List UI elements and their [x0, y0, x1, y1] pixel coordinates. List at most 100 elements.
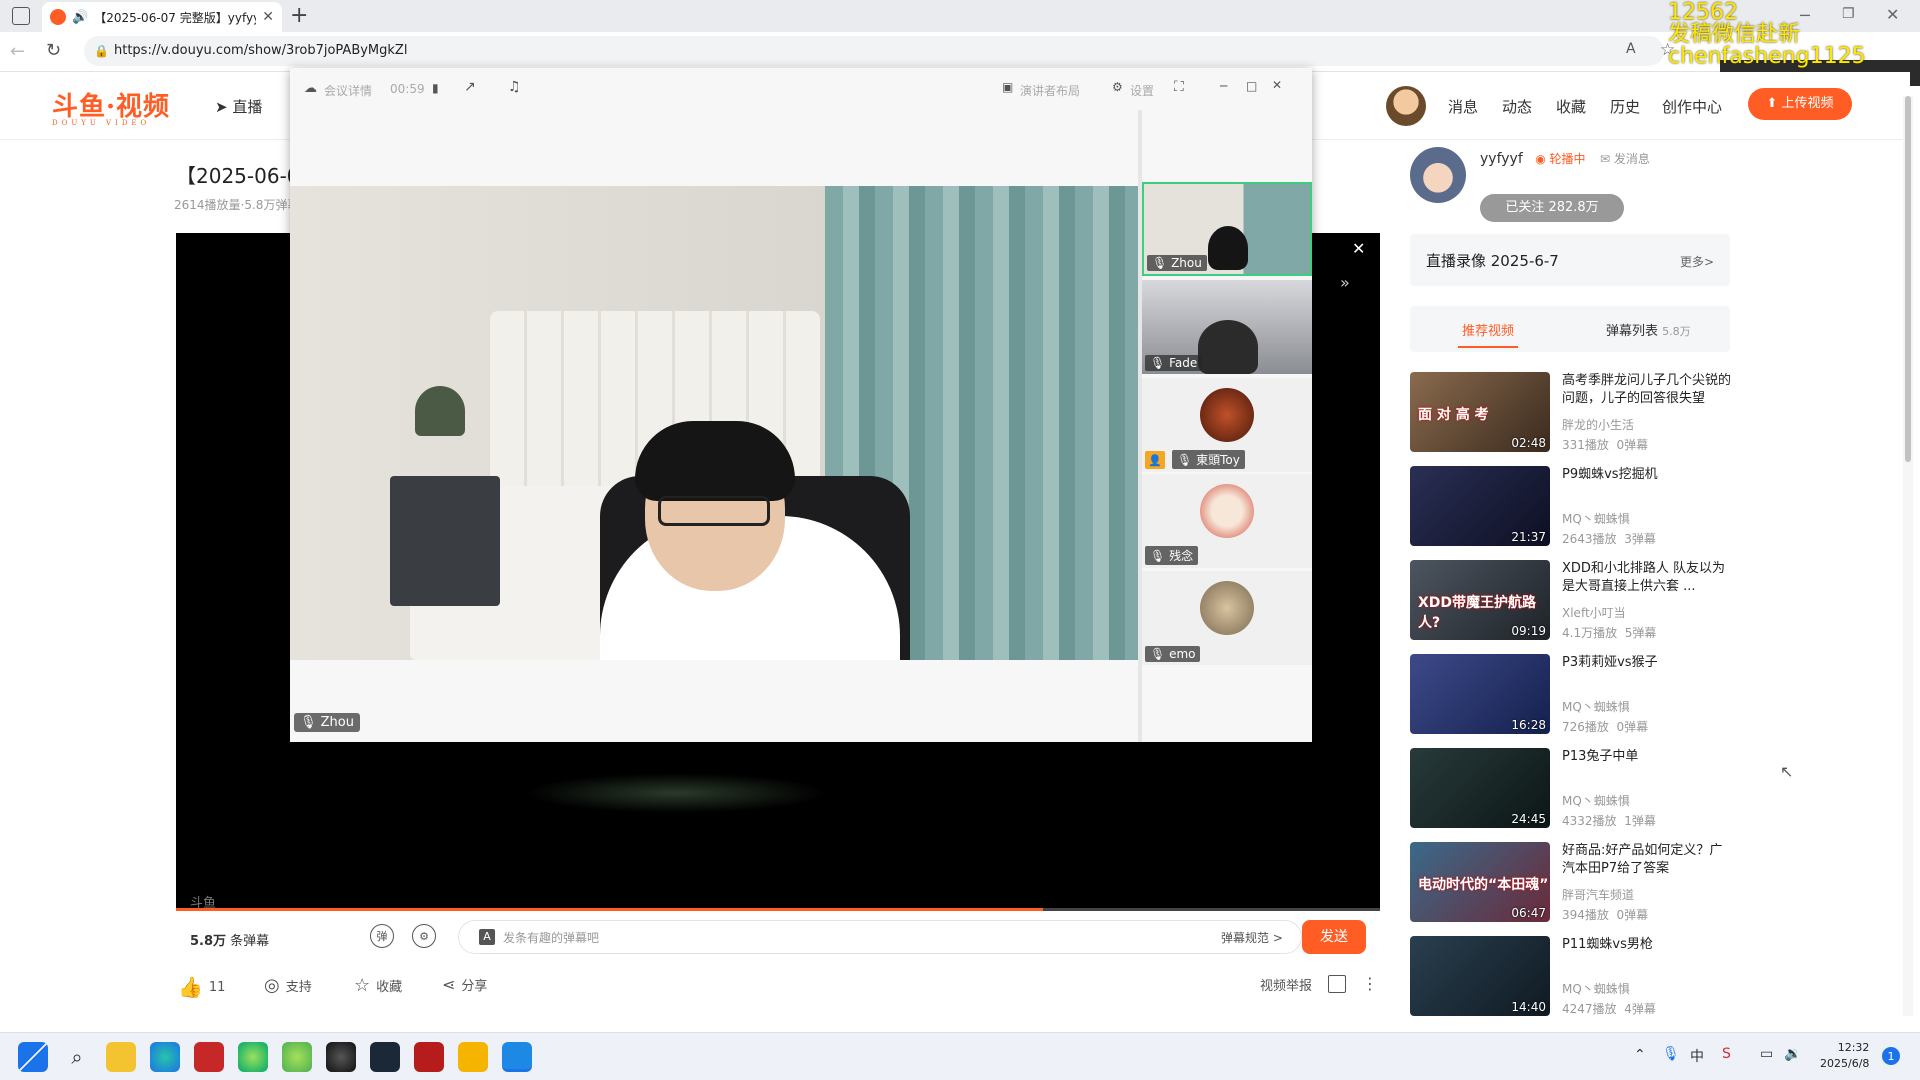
meeting-minimize-icon[interactable]: ─ — [1220, 79, 1227, 93]
video-title[interactable]: XDD和小北排路人 队友以为是大哥直接上供六套 ... — [1562, 560, 1732, 596]
nav-history[interactable]: 历史 — [1610, 96, 1640, 117]
back-icon[interactable]: ← — [10, 41, 25, 62]
browser-tab[interactable]: 🔊 【2025-06-07 完整版】yyfyyf ✕ — [42, 2, 282, 32]
sidebar-toggle-icon[interactable] — [12, 7, 30, 25]
app-icon-green[interactable] — [238, 1042, 268, 1072]
danmaku-settings-icon[interactable]: ⚙ — [412, 924, 436, 948]
volume-icon[interactable]: 🔉 — [1784, 1046, 1801, 1062]
list-item[interactable]: 面 对 高 考 02:48 高考季胖龙问儿子几个尖锐的问题，儿子的回答很失望胖龙的小… — [1410, 372, 1732, 454]
list-item[interactable]: 电动时代的“本田魂” 06:47 好商品:好产品如何定义？广汽本田P7给了答案胖哥汽… — [1410, 842, 1730, 924]
obs-icon[interactable] — [326, 1042, 356, 1072]
danmaku-toggle-icon[interactable]: 弹 — [370, 924, 394, 948]
video-title[interactable]: 高考季胖龙问儿子几个尖锐的问题，儿子的回答很失望 — [1562, 372, 1732, 408]
video-thumbnail[interactable]: 电动时代的“本田魂” 06:47 — [1410, 842, 1550, 922]
fullscreen-icon[interactable]: ⛶ — [1174, 79, 1184, 95]
collect-button[interactable]: ☆ 收藏 — [354, 975, 402, 996]
text-style-icon[interactable]: A — [479, 929, 495, 945]
read-aloud-icon[interactable]: A — [1626, 41, 1636, 57]
microphone-icon[interactable]: 🎙 — [1662, 1046, 1680, 1062]
video-title[interactable]: P11蜘蛛vs男枪 — [1562, 936, 1732, 954]
video-title[interactable]: P3莉莉娅vs猴子 — [1562, 654, 1732, 672]
participant-tile-toy[interactable]: 🎙 東頭Toy 👤 — [1142, 378, 1312, 472]
settings-gear-icon[interactable]: ⚙ — [1112, 80, 1123, 94]
main-speaker-video[interactable] — [290, 186, 1138, 660]
close-tab-icon[interactable]: ✕ — [262, 9, 274, 25]
list-item[interactable]: 21:37 P9蜘蛛vs挖掘机 MQ丶蜘蛛惧 2643播放 3弹幕 — [1410, 466, 1730, 548]
close-window-icon[interactable]: ✕ — [1886, 5, 1899, 24]
steam-icon[interactable] — [370, 1042, 400, 1072]
voicemeeter-icon[interactable] — [194, 1042, 224, 1072]
nav-messages[interactable]: 消息 — [1448, 96, 1478, 117]
danmaku-input[interactable]: A 发条有趣的弹幕吧 弹幕规范 > — [458, 920, 1302, 954]
like-button[interactable]: 👍 11 — [178, 975, 225, 999]
video-thumbnail[interactable]: 24:45 — [1410, 748, 1550, 828]
list-item[interactable]: 24:45 P13兔子中单 MQ丶蜘蛛惧 4332播放 1弹幕 — [1410, 748, 1730, 830]
system-clock[interactable]: 12:32 2025/6/8 — [1820, 1040, 1869, 1072]
video-thumbnail[interactable]: XDD带魔王护航路人? 09:19 — [1410, 560, 1550, 640]
video-author[interactable]: MQ丶蜘蛛惧 — [1562, 698, 1630, 715]
uploader-name[interactable]: yyfyyf — [1480, 151, 1523, 167]
new-tab-button[interactable]: + — [290, 3, 308, 28]
video-title[interactable]: P13兔子中单 — [1562, 748, 1732, 766]
popout-icon[interactable]: ↗ — [464, 79, 476, 95]
scrollbar-thumb[interactable] — [1905, 96, 1911, 462]
video-author[interactable]: 胖龙的小生活 — [1562, 416, 1634, 433]
nav-updates[interactable]: 动态 — [1502, 96, 1532, 117]
video-author[interactable]: 胖哥汽车频道 — [1562, 886, 1634, 903]
dota-icon[interactable] — [414, 1042, 444, 1072]
progress-bar[interactable] — [176, 908, 1380, 911]
speaker-layout-button[interactable]: 演讲者布局 — [1020, 82, 1080, 99]
app-icon-frog[interactable] — [282, 1042, 312, 1072]
live-record-box[interactable]: 直播录像 2025-6-7 更多> — [1410, 234, 1730, 286]
meeting-details-link[interactable]: 会议详情 — [324, 82, 372, 99]
video-thumbnail[interactable]: 面 对 高 考 02:48 — [1410, 372, 1550, 452]
video-title[interactable]: 好商品:好产品如何定义？广汽本田P7给了答案 — [1562, 842, 1732, 878]
music-icon[interactable]: ♫ — [508, 79, 521, 95]
nav-creator-center[interactable]: 创作中心 — [1662, 96, 1722, 117]
more-options-icon[interactable]: ⋮ — [1362, 974, 1378, 993]
participant-tile-zannen[interactable]: 🎙 残念 — [1142, 474, 1312, 568]
layout-switch-icon[interactable]: ▣ — [1002, 80, 1013, 94]
ime-icon[interactable]: 中 — [1690, 1046, 1704, 1066]
file-explorer-icon[interactable] — [106, 1042, 136, 1072]
video-title[interactable]: P9蜘蛛vs挖掘机 — [1562, 466, 1732, 484]
meeting-app-icon[interactable] — [502, 1042, 532, 1072]
video-author[interactable]: MQ丶蜘蛛惧 — [1562, 792, 1630, 809]
video-thumbnail[interactable]: 21:37 — [1410, 466, 1550, 546]
video-author[interactable]: Xleft小叮当 — [1562, 604, 1626, 621]
video-thumbnail[interactable]: 14:40 — [1410, 936, 1550, 1016]
report-video-link[interactable]: 视频举报 — [1260, 975, 1312, 994]
upload-video-button[interactable]: ⬆ 上传视频 — [1748, 88, 1852, 120]
participant-tile-fade[interactable]: 🎙 Fade — [1142, 280, 1312, 374]
meeting-maximize-icon[interactable]: □ — [1246, 79, 1257, 93]
tab-danmaku-list[interactable]: 弹幕列表 5.8万 — [1606, 320, 1691, 339]
sogou-icon[interactable]: S — [1722, 1046, 1731, 1062]
more-link[interactable]: 更多> — [1680, 253, 1714, 270]
start-icon[interactable] — [18, 1042, 48, 1072]
video-author[interactable]: MQ丶蜘蛛惧 — [1562, 510, 1630, 527]
list-item[interactable]: XDD带魔王护航路人? 09:19 XDD和小北排路人 队友以为是大哥直接上供六套 … — [1410, 560, 1730, 642]
douyu-logo[interactable]: 斗鱼·视频 DOUYU VIDEO — [52, 86, 170, 127]
send-message-link[interactable]: ✉ 发消息 — [1600, 152, 1650, 166]
app-icon-yellow[interactable] — [458, 1042, 488, 1072]
video-thumbnail[interactable]: 16:28 — [1410, 654, 1550, 734]
expand-icon[interactable]: » — [1340, 273, 1350, 292]
list-item[interactable]: 14:40 P11蜘蛛vs男枪 MQ丶蜘蛛惧 4247播放 4弹幕 — [1410, 936, 1730, 1018]
network-icon[interactable]: ▭ — [1760, 1046, 1773, 1062]
nav-favorites[interactable]: 收藏 — [1556, 96, 1586, 117]
speaker-icon[interactable]: 🔊 — [72, 10, 88, 25]
follow-button[interactable]: 已关注 282.8万 — [1480, 194, 1624, 222]
page-scrollbar[interactable] — [1903, 96, 1913, 1016]
tray-chevron-icon[interactable]: ⌃ — [1634, 1047, 1646, 1063]
list-item[interactable]: 16:28 P3莉莉娅vs猴子 MQ丶蜘蛛惧 726播放 0弹幕 — [1410, 654, 1730, 736]
layout-icon[interactable] — [1328, 975, 1346, 993]
close-danmaku-panel-icon[interactable]: ✕ — [1352, 239, 1365, 258]
uploader-avatar[interactable] — [1410, 147, 1466, 203]
user-avatar[interactable] — [1386, 86, 1426, 126]
meeting-close-icon[interactable]: ✕ — [1272, 78, 1282, 92]
notification-badge[interactable]: 1 — [1882, 1047, 1900, 1065]
video-author[interactable]: MQ丶蜘蛛惧 — [1562, 980, 1630, 997]
meeting-settings-button[interactable]: 设置 — [1130, 82, 1154, 99]
share-button[interactable]: ⋖ 分享 — [442, 975, 487, 994]
reload-icon[interactable]: ↻ — [46, 40, 61, 61]
